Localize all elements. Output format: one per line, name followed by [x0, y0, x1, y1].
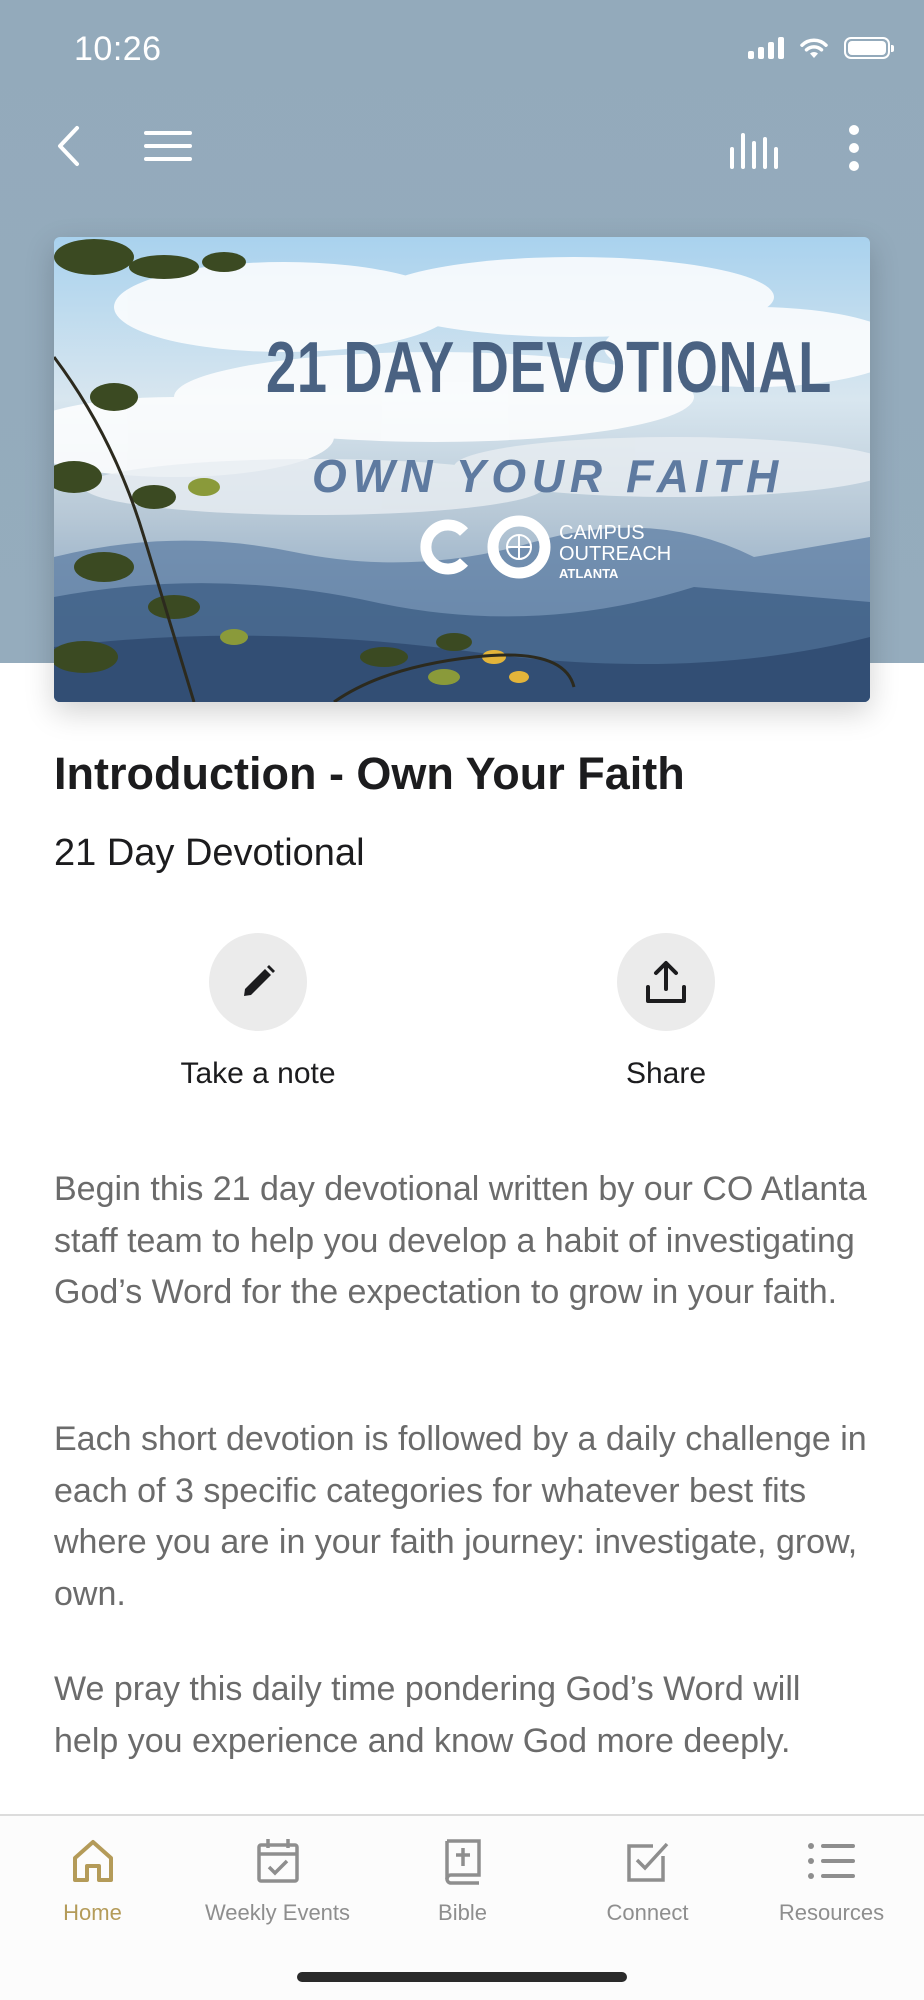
tab-connect-label: Connect: [606, 1900, 689, 1925]
take-note-label: Take a note: [180, 1057, 336, 1090]
share-circle[interactable]: [617, 933, 715, 1031]
back-button[interactable]: [46, 118, 90, 174]
body-paragraph: Each short devotion is followed by a dai…: [54, 1420, 867, 1613]
pencil-icon: [244, 965, 275, 996]
tab-connect[interactable]: Connect: [555, 1816, 740, 1926]
tab-home[interactable]: Home: [0, 1816, 185, 1926]
share-button[interactable]: Share: [546, 933, 786, 1091]
tab-weekly-events[interactable]: Weekly Events: [185, 1816, 370, 1926]
home-indicator: [297, 1972, 627, 1982]
tab-resources-label: Resources: [778, 1900, 885, 1925]
tab-bible-label: Bible: [438, 1900, 487, 1925]
take-note-circle[interactable]: [209, 933, 307, 1031]
page-title: Introduction - Own Your Faith: [54, 748, 685, 799]
body-paragraph: We pray this daily time pondering God’s …: [54, 1670, 801, 1760]
hamburger-icon: [144, 131, 192, 161]
svg-text:OUTREACH: OUTREACH: [559, 543, 671, 565]
home-icon: [71, 1834, 115, 1888]
svg-text:ATLANTA: ATLANTA: [559, 566, 619, 581]
wifi-icon: [800, 38, 828, 58]
cover-headline: 21 DAY DEVOTIONAL: [266, 328, 832, 408]
page-subtitle: 21 Day Devotional: [54, 832, 365, 874]
take-note-button[interactable]: Take a note: [138, 933, 378, 1091]
cover-tagline: OWN YOUR FAITH: [312, 450, 784, 502]
checkbox-icon: [625, 1834, 671, 1888]
more-vertical-icon: [849, 125, 859, 171]
tab-resources[interactable]: Resources: [739, 1816, 924, 1926]
more-options-button[interactable]: [834, 120, 874, 176]
tab-home-label: Home: [63, 1900, 122, 1925]
cellular-signal-icon: [748, 37, 784, 59]
battery-icon: [844, 37, 894, 59]
stats-button[interactable]: [724, 124, 784, 174]
body-paragraph: Begin this 21 day devotional written by …: [54, 1170, 867, 1311]
share-label: Share: [625, 1057, 707, 1090]
status-time: 10:26: [74, 30, 162, 68]
tab-weekly-events-label: Weekly Events: [204, 1900, 351, 1925]
list-icon: [807, 1834, 857, 1888]
share-icon: [646, 961, 686, 1003]
menu-button[interactable]: [138, 124, 198, 168]
tab-bible[interactable]: Bible: [370, 1816, 555, 1926]
bible-icon: [443, 1834, 483, 1888]
status-icons: [748, 36, 894, 60]
svg-text:CAMPUS: CAMPUS: [559, 522, 645, 544]
calendar-check-icon: [256, 1834, 300, 1888]
devotional-cover-image: 21 DAY DEVOTIONAL OWN YOUR FAITH CAMPUS …: [54, 237, 870, 702]
chevron-left-icon: [58, 126, 79, 166]
bar-chart-icon: [730, 133, 778, 169]
